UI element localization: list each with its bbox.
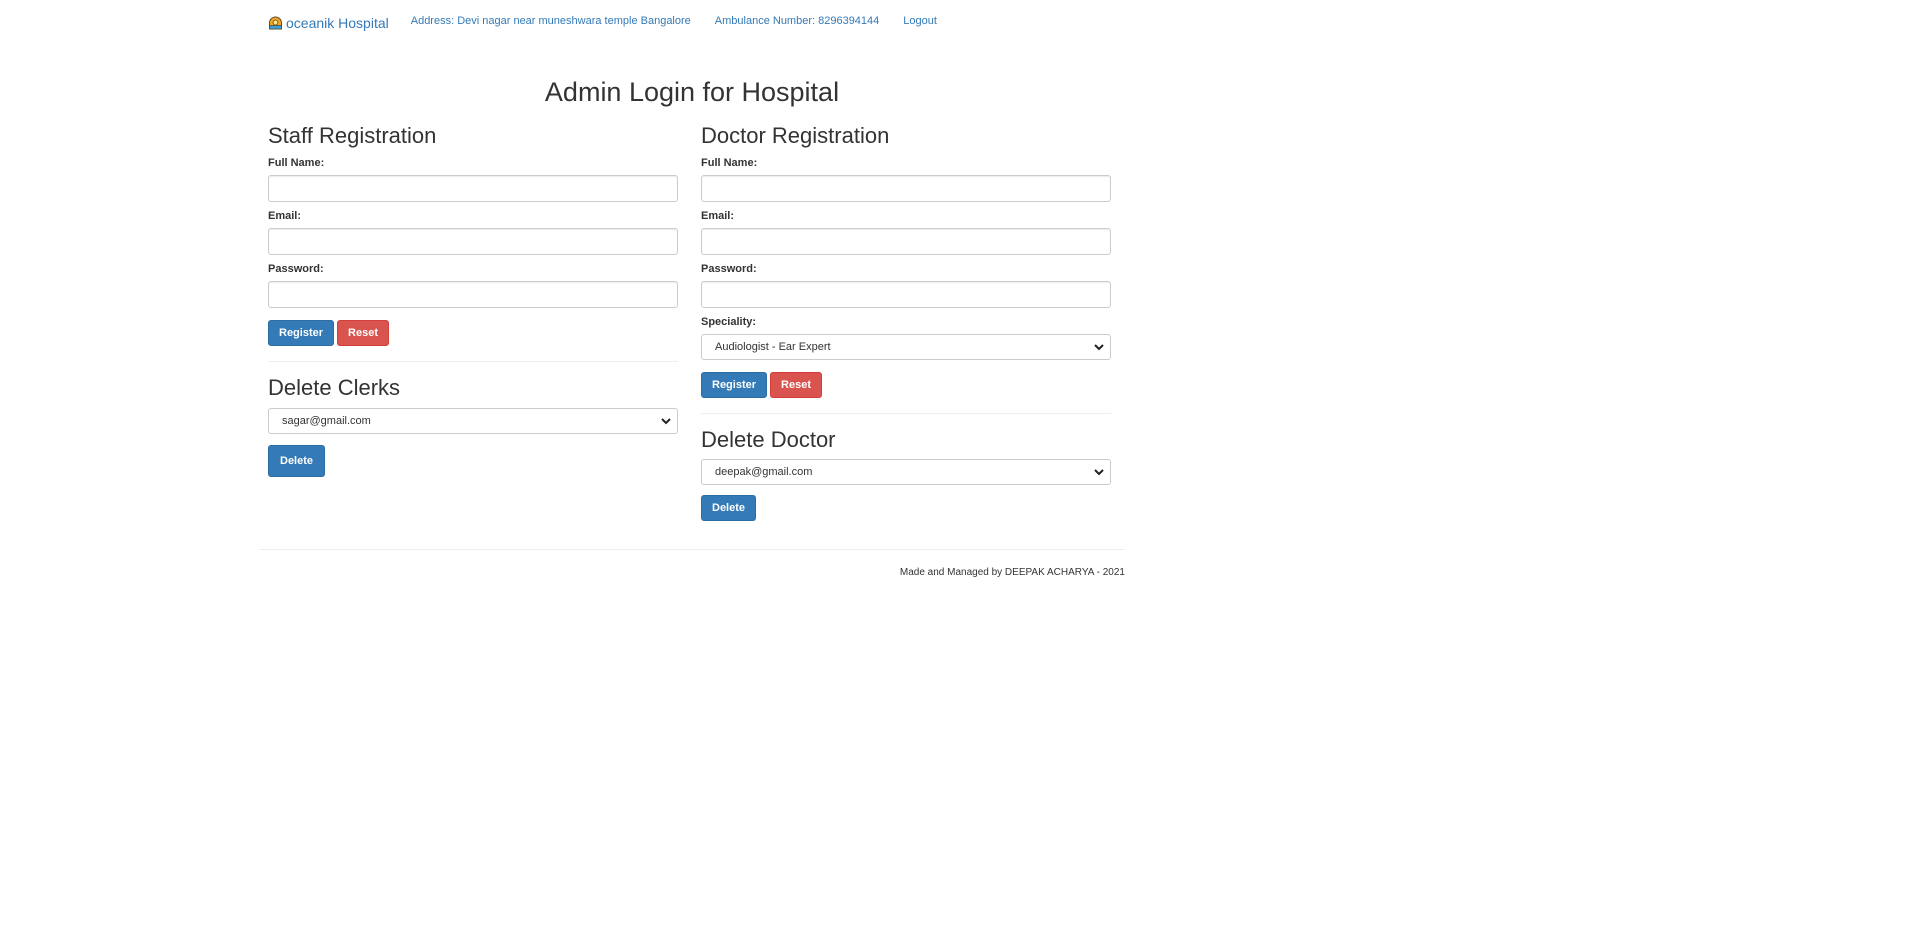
- delete-clerks-title: Delete Clerks: [268, 375, 401, 400]
- clerk-button-row: Delete: [268, 445, 678, 477]
- nav-links: Address: Devi nagar near muneshwara temp…: [411, 15, 961, 28]
- staff-email-input[interactable]: [268, 228, 678, 255]
- page-container: oceanik Hospital Address: Devi nagar nea…: [259, 0, 1125, 578]
- doctor-password-input[interactable]: [701, 281, 1111, 308]
- doctor-speciality-label: Speciality:: [701, 316, 757, 328]
- speciality-select-value: Audiologist - Ear Expert: [715, 341, 831, 353]
- doctor-password-label: Password:: [701, 263, 757, 275]
- doctor-select-value: deepak@gmail.com: [715, 466, 813, 478]
- doctor-register-button[interactable]: Register: [701, 372, 768, 398]
- clerk-select-value: sagar@gmail.com: [282, 415, 371, 427]
- doctor-delete-row: Delete: [701, 495, 1111, 521]
- staff-email-label: Email:: [268, 210, 302, 222]
- content-columns: Staff Registration Full Name: Email: Pas…: [259, 122, 1125, 521]
- brand-link[interactable]: oceanik Hospital: [268, 15, 389, 31]
- right-column: Doctor Registration Full Name: Email: Pa…: [701, 122, 1111, 521]
- nav-link-logout[interactable]: Logout: [903, 15, 937, 28]
- chevron-down-icon: [1094, 344, 1104, 351]
- staff-reset-button[interactable]: Reset: [337, 320, 389, 346]
- hospital-logo-icon: [269, 16, 282, 29]
- doctor-email-input[interactable]: [701, 228, 1111, 255]
- delete-doctor-title: Delete Doctor: [701, 427, 836, 452]
- divider: [268, 361, 678, 362]
- footer-divider: [259, 549, 1125, 550]
- footer: Made and Managed by DEEPAK ACHARYA - 202…: [899, 567, 1125, 578]
- doctor-button-row: Register Reset: [701, 372, 1111, 398]
- staff-registration-title: Staff Registration: [268, 123, 437, 148]
- doctor-full-name-input[interactable]: [701, 175, 1111, 202]
- brand-name: oceanik Hospital: [286, 15, 389, 31]
- delete-clerk-button[interactable]: Delete: [268, 445, 326, 477]
- doctor-select[interactable]: deepak@gmail.com: [701, 459, 1111, 485]
- chevron-down-icon: [661, 418, 671, 425]
- chevron-down-icon: [1094, 469, 1104, 476]
- doctor-email-label: Email:: [701, 210, 735, 222]
- doctor-full-name-label: Full Name:: [701, 157, 758, 169]
- speciality-select[interactable]: Audiologist - Ear Expert: [701, 334, 1111, 360]
- nav-link-ambulance[interactable]: Ambulance Number: 8296394144: [715, 15, 880, 28]
- doctor-reset-button[interactable]: Reset: [770, 372, 822, 398]
- staff-registration-form: Staff Registration Full Name: Email: Pas…: [268, 122, 678, 346]
- navbar: oceanik Hospital Address: Devi nagar nea…: [259, 0, 1125, 50]
- divider: [701, 413, 1111, 414]
- staff-register-button[interactable]: Register: [268, 320, 335, 346]
- delete-clerks-form: Delete Clerks sagar@gmail.com Delete: [268, 374, 678, 477]
- left-column: Staff Registration Full Name: Email: Pas…: [268, 122, 678, 521]
- page-title: Admin Login for Hospital: [544, 77, 840, 107]
- staff-button-row: Register Reset: [268, 320, 678, 346]
- doctor-registration-form: Doctor Registration Full Name: Email: Pa…: [701, 122, 1111, 398]
- doctor-registration-title: Doctor Registration: [701, 123, 890, 148]
- staff-full-name-input[interactable]: [268, 175, 678, 202]
- staff-password-input[interactable]: [268, 281, 678, 308]
- delete-doctor-form: Delete Doctor deepak@gmail.com Delete: [701, 426, 1111, 521]
- clerk-select[interactable]: sagar@gmail.com: [268, 408, 678, 434]
- delete-doctor-button[interactable]: Delete: [701, 495, 757, 521]
- nav-link-address[interactable]: Address: Devi nagar near muneshwara temp…: [411, 15, 691, 28]
- staff-password-label: Password:: [268, 263, 324, 275]
- staff-full-name-label: Full Name:: [268, 157, 325, 169]
